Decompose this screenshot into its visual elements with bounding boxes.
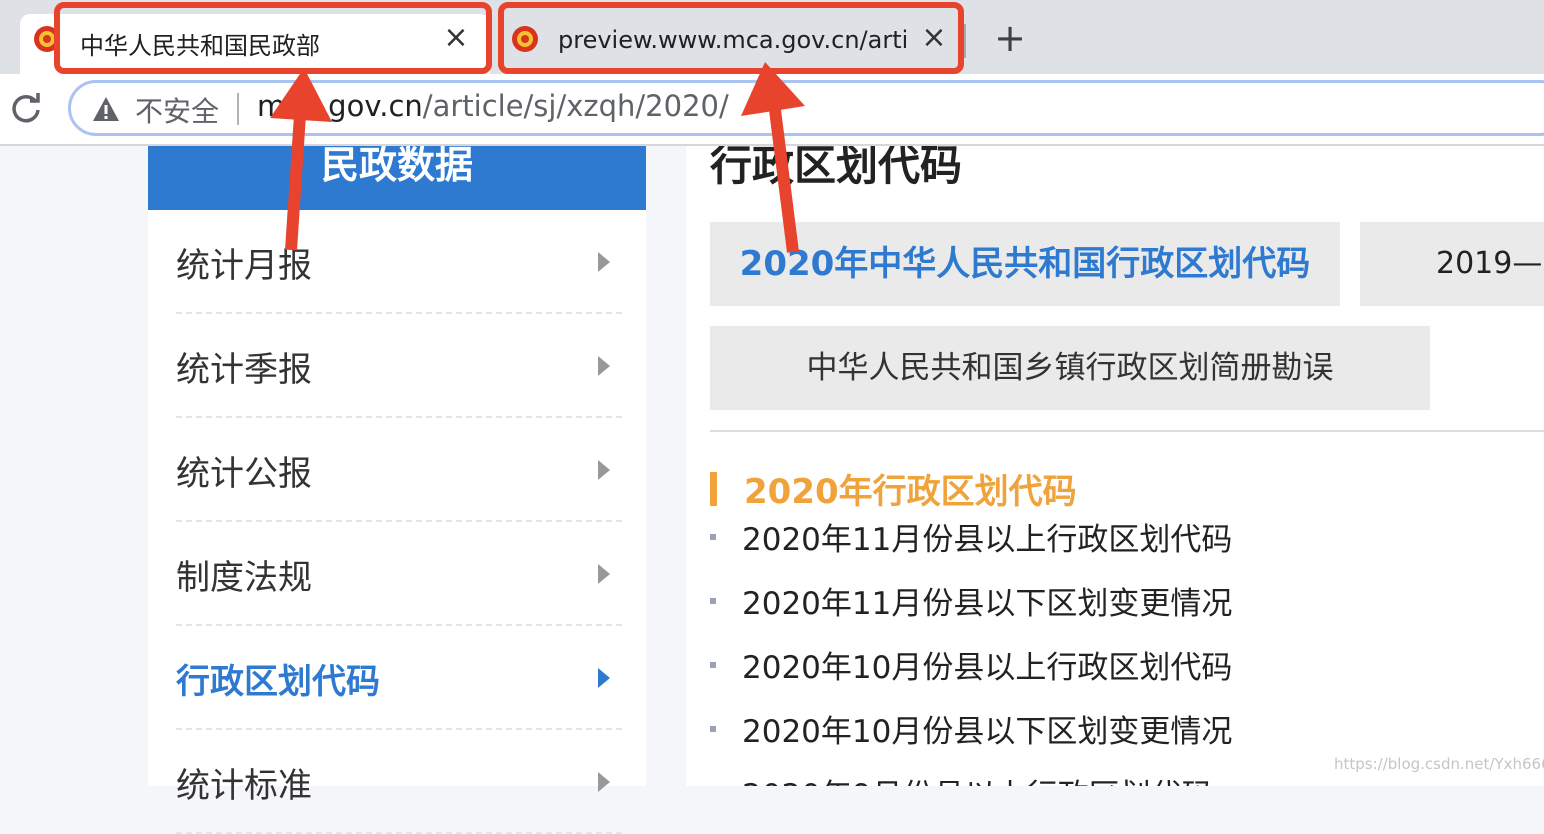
chevron-right-icon [598,356,610,376]
sidebar-item-label: 统计标准 [176,766,312,806]
security-label[interactable]: 不安全 [135,90,219,130]
tab-divider [964,24,966,58]
url-text[interactable]: mca.gov.cn/article/sj/xzqh/2020/ [257,89,729,123]
list-item[interactable]: 2020年11月份县以下区划变更情况 [710,578,1530,628]
chevron-right-icon [598,564,610,584]
bullet-icon [710,598,716,604]
new-tab-button[interactable]: + [990,18,1030,58]
divider [710,430,1544,432]
sidebar-item-monthly-report[interactable]: 统计月报 [176,210,622,314]
annotation-box-tab1 [54,2,492,74]
sidebar-item-regulations[interactable]: 制度法规 [176,522,622,626]
sidebar-item-division-codes[interactable]: 行政区划代码 [176,626,622,730]
url-path: /article/sj/xzqh/2020/ [422,89,729,123]
list-item[interactable]: 2020年10月份县以下区划变更情况 [710,706,1530,756]
list-item[interactable]: 2020年10月份县以上行政区划代码 [710,642,1530,692]
sidebar: 民政数据 统计月报 统计季报 统计公报 制度法规 行政区划代码 统计标准 [148,146,646,834]
sidebar-item-label: 行政区划代码 [176,662,380,702]
address-bar[interactable]: 不安全 mca.gov.cn/article/sj/xzqh/2020/ [68,80,1544,136]
sidebar-item-label: 统计月报 [176,246,312,286]
sidebar-item-label: 制度法规 [176,558,312,598]
browser-toolbar: 不安全 mca.gov.cn/article/sj/xzqh/2020/ [0,74,1544,146]
warning-icon[interactable] [91,95,121,123]
sidebar-header: 民政数据 [148,146,646,210]
sidebar-item-quarterly-report[interactable]: 统计季报 [176,314,622,418]
township-erratum-button[interactable]: 中华人民共和国乡镇行政区划简册勘误 [710,326,1430,410]
list-item-link[interactable]: 2020年10月份县以下区划变更情况 [742,706,1232,751]
main-content: 行政区划代码 2020年中华人民共和国行政区划代码 2019—19 中华人民共和… [686,146,1544,786]
sidebar-item-label: 统计季报 [176,350,312,390]
sidebar-item-bulletin[interactable]: 统计公报 [176,418,622,522]
codes-2019-button[interactable]: 2019—19 [1360,222,1544,306]
chevron-right-icon [598,252,610,272]
url-host: mca.gov.cn [257,89,423,123]
list-item-link[interactable]: 2020年10月份县以上行政区划代码 [742,642,1232,687]
bullet-icon [710,726,716,732]
chevron-right-icon [598,668,610,688]
watermark: https://blog.csdn.net/Yxh666 [1334,755,1544,773]
page-title: 行政区划代码 [710,146,963,190]
codes-2020-button[interactable]: 2020年中华人民共和国行政区划代码 [710,222,1340,306]
bullet-icon [710,662,716,668]
section-accent-bar [710,472,717,506]
reload-icon[interactable] [8,90,44,126]
bullet-icon [710,534,716,540]
sidebar-item-label: 统计公报 [176,454,312,494]
annotation-box-tab2 [498,2,964,74]
chevron-right-icon [598,460,610,480]
sidebar-item-standards[interactable]: 统计标准 [176,730,622,834]
section-title: 2020年行政区划代码 [744,472,1077,512]
chevron-right-icon [598,772,610,792]
sidebar-header-title: 民政数据 [320,146,473,187]
omnibox-separator [237,93,239,125]
list-item[interactable]: 2020年11月份县以上行政区划代码 [710,514,1530,564]
list-item-link[interactable]: 2020年11月份县以上行政区划代码 [742,514,1232,559]
list-item-link[interactable]: 2020年11月份县以下区划变更情况 [742,578,1232,623]
